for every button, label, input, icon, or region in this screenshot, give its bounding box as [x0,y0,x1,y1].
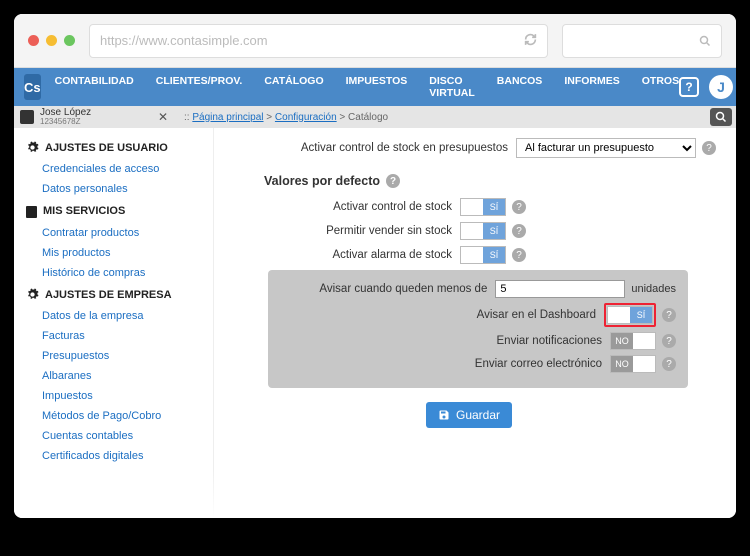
bag-icon [26,206,37,218]
nav-informes[interactable]: INFORMES [564,75,619,99]
save-button[interactable]: Guardar [426,402,512,428]
crumb-config[interactable]: Configuración [275,112,337,123]
label-avisar-menos: Avisar cuando queden menos de [280,283,495,295]
search-icon [715,111,727,123]
minimize-dot[interactable] [46,35,57,46]
url-text: https://www.contasimple.com [100,33,268,48]
section-defaults: Valores por defecto ? [264,174,716,188]
sidebar-title-servicios: MIS SERVICIOS [43,205,125,217]
save-label: Guardar [456,408,500,422]
sidebar-title-empresa: AJUSTES DE EMPRESA [45,289,172,301]
crumb-home[interactable]: Página principal [192,112,263,123]
toggle-avisar-dashboard[interactable]: SÍ [607,306,653,324]
nav-clientes[interactable]: CLIENTES/PROV. [156,75,243,99]
sidebar-item-credenciales[interactable]: Credenciales de acceso [14,159,213,179]
help-icon[interactable]: ? [702,141,716,155]
label-correo: Enviar correo electrónico [280,358,610,370]
help-icon[interactable]: ? [662,334,676,348]
user-icon [20,110,34,124]
sidebar-item-presupuestos[interactable]: Presupuestos [14,346,213,366]
subheader: Jose López 12345678Z ✕ :: Página princip… [14,106,736,128]
sidebar-item-facturas[interactable]: Facturas [14,326,213,346]
sidebar: AJUSTES DE USUARIO Credenciales de acces… [14,128,214,518]
nav-otros[interactable]: OTROS [642,75,679,99]
help-icon[interactable]: ? [512,224,526,238]
sidebar-section-user: AJUSTES DE USUARIO [14,136,213,159]
nav-impuestos[interactable]: IMPUESTOS [346,75,408,99]
help-icon[interactable]: ? [662,308,676,322]
sidebar-section-servicios: MIS SERVICIOS [14,199,213,223]
refresh-icon[interactable] [524,33,537,49]
highlight: SÍ [604,303,656,327]
nav-disco[interactable]: DISCO VIRTUAL [429,75,475,99]
help-icon[interactable]: ? [386,174,400,188]
browser-search[interactable] [562,24,722,58]
sidebar-item-albaranes[interactable]: Albaranes [14,366,213,386]
app-logo[interactable]: Cs [24,74,41,100]
user-id: 12345678Z [40,118,91,126]
url-bar[interactable]: https://www.contasimple.com [89,24,548,58]
maximize-dot[interactable] [64,35,75,46]
toggle-control-stock[interactable]: SÍ [460,198,506,216]
browser-bar: https://www.contasimple.com [14,14,736,68]
gear-icon [26,288,39,301]
avatar[interactable]: J [709,75,733,99]
help-icon[interactable]: ? [512,200,526,214]
label-notificaciones: Enviar notificaciones [280,335,610,347]
nav-bancos[interactable]: BANCOS [497,75,543,99]
help-icon[interactable]: ? [662,357,676,371]
label-alarma-stock: Activar alarma de stock [222,249,460,261]
toggle-correo[interactable]: NO [610,355,656,373]
content: Activar control de stock en presupuestos… [214,128,736,518]
sidebar-item-impuestos[interactable]: Impuestos [14,386,213,406]
search-button[interactable] [710,108,732,126]
sidebar-section-empresa: AJUSTES DE EMPRESA [14,283,213,306]
sidebar-item-datos-empresa[interactable]: Datos de la empresa [14,306,213,326]
sidebar-item-contratar[interactable]: Contratar productos [14,223,213,243]
sidebar-item-pago[interactable]: Métodos de Pago/Cobro [14,406,213,426]
nav-catalogo[interactable]: CATÁLOGO [264,75,323,99]
close-dot[interactable] [28,35,39,46]
label-vender-sin-stock: Permitir vender sin stock [222,225,460,237]
sidebar-item-datos-personales[interactable]: Datos personales [14,179,213,199]
label-units: unidades [631,283,676,295]
search-icon [699,35,711,47]
toggle-notificaciones[interactable]: NO [610,332,656,350]
sidebar-title-user: AJUSTES DE USUARIO [45,142,168,154]
toggle-vender-sin-stock[interactable]: SÍ [460,222,506,240]
gear-icon [26,141,39,154]
input-threshold[interactable] [495,280,625,298]
crumb-current: Catálogo [348,112,388,123]
select-stock-budget[interactable]: Al facturar un presupuesto [516,138,696,158]
sidebar-item-cuentas[interactable]: Cuentas contables [14,426,213,446]
label-stock-budget: Activar control de stock en presupuestos [222,142,516,154]
window-dots [28,35,75,46]
nav-contabilidad[interactable]: CONTABILIDAD [55,75,134,99]
user-block: Jose López 12345678Z ✕ [14,108,174,126]
sidebar-item-historico[interactable]: Histórico de compras [14,263,213,283]
label-control-stock: Activar control de stock [222,201,460,213]
save-icon [438,409,450,421]
sidebar-item-certificados[interactable]: Certificados digitales [14,446,213,466]
label-avisar-dashboard: Avisar en el Dashboard [280,309,604,321]
alert-panel: Avisar cuando queden menos de unidades A… [268,270,688,388]
close-user-icon[interactable]: ✕ [158,110,168,124]
breadcrumb: :: Página principal > Configuración > Ca… [174,112,710,123]
help-icon[interactable]: ? [679,77,699,97]
sidebar-item-mis-productos[interactable]: Mis productos [14,243,213,263]
help-icon[interactable]: ? [512,248,526,262]
main-nav: Cs CONTABILIDAD CLIENTES/PROV. CATÁLOGO … [14,68,736,106]
toggle-alarma-stock[interactable]: SÍ [460,246,506,264]
